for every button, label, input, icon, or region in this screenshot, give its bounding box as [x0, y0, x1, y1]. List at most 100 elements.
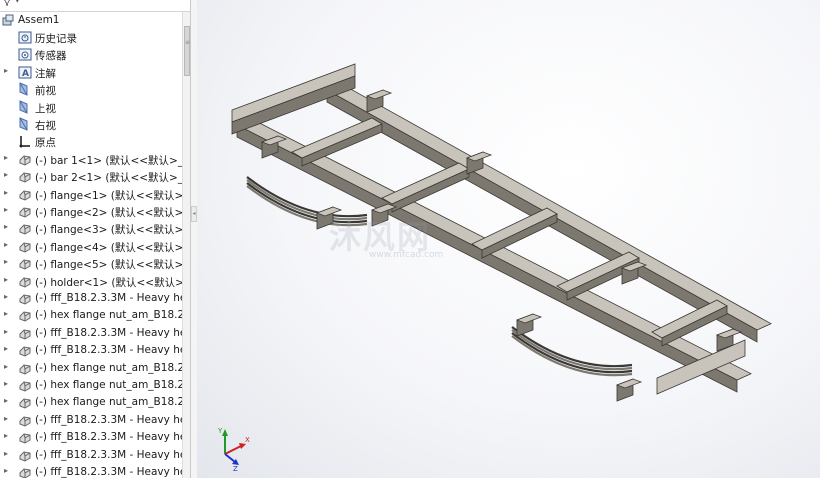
filter-icon[interactable]: ⋎	[3, 0, 11, 9]
part-icon	[18, 308, 32, 322]
part-icon	[18, 256, 32, 270]
tree-item-label: (-) fff_B18.2.3.3M - Heavy hex sc	[35, 344, 182, 357]
expand-arrow-icon[interactable]: ▸	[4, 222, 8, 231]
tree-item-label: (-) flange<5> (默认<<默认>_显示	[35, 259, 182, 272]
chevron-down-icon[interactable]: ▼	[15, 0, 20, 4]
part-icon	[18, 187, 32, 201]
tree-item[interactable]: ▸ (-) flange<4> (默认<<默认>_显示	[0, 238, 182, 255]
tree-item-label: (-) fff_B18.2.3.3M - Heavy hex sc	[35, 431, 182, 444]
tree-item-label: (-) bar 2<1> (默认<<默认>_显示	[35, 172, 182, 185]
tree-scrollbar[interactable]: ≡	[182, 12, 191, 478]
part-icon	[18, 326, 32, 340]
feature-manager-tree[interactable]: ⋎ ▼ Assem1 历史记录 传感器 ▸ A 注解 前视 上视 右视 原点 ▸ (-) bar 1<…	[0, 0, 191, 478]
tree-item-label: (-) fff_B18.2.3.3M - Heavy hex sc	[35, 326, 182, 339]
tree-item[interactable]: ▸ (-) flange<3> (默认<<默认>_显示	[0, 220, 182, 237]
tree-item[interactable]: ▸ (-) hex flange nut_am_B18.2.2.4M	[0, 377, 182, 394]
expand-arrow-icon[interactable]: ▸	[4, 292, 8, 301]
tree-item-label: 右视	[35, 120, 56, 132]
part-icon	[18, 274, 32, 288]
assembly-icon	[1, 13, 15, 27]
tree-item[interactable]: ▸ (-) hex flange nut_am_B18.2.2.4M	[0, 394, 182, 411]
tree-item[interactable]: ▸ (-) flange<1> (默认<<默认>_显示	[0, 186, 182, 203]
expand-arrow-icon[interactable]: ▸	[4, 205, 8, 214]
expand-arrow-icon[interactable]: ▸	[4, 396, 8, 405]
part-icon	[18, 395, 32, 409]
z-axis-arrow	[224, 453, 236, 463]
graphics-viewport[interactable]: 沐风网 www.mfcad.com Y X Z	[197, 0, 820, 478]
tree-item[interactable]: ▸ (-) hex flange nut_am_B18.2.2.4M	[0, 360, 182, 377]
tree-item-label: (-) flange<1> (默认<<默认>_显示	[35, 189, 182, 202]
tree-item[interactable]: 历史记录	[0, 29, 182, 46]
tree-item-label: (-) flange<2> (默认<<默认>_显示	[35, 207, 182, 219]
expand-arrow-icon[interactable]: ▸	[4, 344, 8, 353]
part-icon	[18, 204, 32, 218]
tree-root-assembly[interactable]: Assem1	[0, 12, 182, 29]
tree-item[interactable]: ▸ (-) fff_B18.2.3.3M - Heavy hex sc	[0, 429, 182, 446]
tree-item-label: 传感器	[35, 50, 67, 63]
part-icon	[18, 361, 32, 375]
tree-item[interactable]: ▸ (-) fff_B18.2.3.3M - Heavy hex sc	[0, 412, 182, 429]
x-axis-label: X	[245, 436, 250, 444]
expand-arrow-icon[interactable]: ▸	[4, 170, 8, 179]
part-icon	[18, 378, 32, 392]
part-icon	[18, 221, 32, 235]
svg-text:A: A	[22, 69, 29, 79]
expand-arrow-icon[interactable]: ▸	[4, 275, 8, 284]
expand-arrow-icon[interactable]: ▸	[4, 327, 8, 336]
part-icon	[18, 152, 32, 166]
tree-filter-bar[interactable]: ⋎ ▼	[0, 0, 190, 12]
tree-item[interactable]: 上视	[0, 99, 182, 116]
part-icon	[18, 291, 32, 305]
tree-item[interactable]: 传感器	[0, 46, 182, 63]
scrollbar-thumb[interactable]	[184, 26, 190, 76]
expand-arrow-icon[interactable]: ▸	[4, 240, 8, 249]
tree-item[interactable]: ▸ (-) bar 2<1> (默认<<默认>_显示	[0, 168, 182, 185]
chassis-model[interactable]	[197, 0, 820, 478]
expand-arrow-icon[interactable]: ▸	[4, 379, 8, 388]
tree-item[interactable]: ▸ A 注解	[0, 64, 182, 81]
expand-arrow-icon[interactable]: ▸	[4, 449, 8, 458]
tree-item[interactable]: ▸ (-) fff_B18.2.3.3M - Heavy hex sc	[0, 447, 182, 464]
watermark-subtext: www.mfcad.com	[369, 250, 444, 260]
plane-icon	[18, 117, 32, 131]
tree-item-label: 历史记录	[35, 33, 77, 45]
tree-item-label: (-) hex flange nut_am_B18.2.2.4M	[35, 309, 182, 322]
expand-arrow-icon[interactable]: ▸	[4, 257, 8, 266]
expand-arrow-icon[interactable]: ▸	[4, 414, 8, 423]
tree-item[interactable]: ▸ (-) holder<1> (默认<<默认>_显示	[0, 273, 182, 290]
scrollbar-grip-icon: ≡	[185, 39, 191, 46]
expand-arrow-icon[interactable]: ▸	[4, 362, 8, 371]
tree-item[interactable]: ▸ (-) flange<5> (默认<<默认>_显示	[0, 255, 182, 272]
origin-icon	[18, 134, 32, 148]
tree-item[interactable]: 原点	[0, 133, 182, 150]
expand-arrow-icon[interactable]: ▸	[4, 309, 8, 318]
tree-item-label: 原点	[35, 137, 56, 150]
x-axis-arrow	[224, 445, 242, 455]
tree-root-label: Assem1	[18, 14, 60, 26]
part-icon	[18, 239, 32, 253]
expand-arrow-icon[interactable]: ▸	[4, 431, 8, 440]
tree-item[interactable]: ▸ (-) fff_B18.2.3.3M - Heavy hex sc	[0, 290, 182, 307]
expand-arrow-icon[interactable]: ▸	[4, 66, 8, 75]
history-folder-icon	[18, 30, 32, 44]
tree-item-label: (-) flange<4> (默认<<默认>_显示	[35, 241, 182, 254]
tree-item-label: (-) holder<1> (默认<<默认>_显示	[35, 276, 182, 289]
part-icon	[18, 169, 32, 183]
spring-bracket-top-8	[715, 328, 743, 339]
tree-item[interactable]: ▸ (-) hex flange nut_am_B18.2.2.4M	[0, 307, 182, 324]
tree-item-label: 上视	[35, 102, 56, 115]
tree-item[interactable]: ▸ (-) fff_B18.2.3.3M - Heavy hex sc	[0, 464, 182, 478]
tree-item[interactable]: 前视	[0, 81, 182, 98]
plane-icon	[18, 82, 32, 96]
sensors-icon	[18, 47, 32, 61]
tree-item[interactable]: ▸ (-) flange<2> (默认<<默认>_显示	[0, 203, 182, 220]
spring-bracket-top-9	[615, 378, 643, 389]
expand-arrow-icon[interactable]: ▸	[4, 466, 8, 475]
expand-arrow-icon[interactable]: ▸	[4, 188, 8, 197]
tree-item[interactable]: ▸ (-) fff_B18.2.3.3M - Heavy hex sc	[0, 325, 182, 342]
expand-arrow-icon[interactable]: ▸	[4, 153, 8, 162]
tree-item[interactable]: ▸ (-) bar 1<1> (默认<<默认>_显示	[0, 151, 182, 168]
tree-item[interactable]: 右视	[0, 116, 182, 133]
tree-item[interactable]: ▸ (-) fff_B18.2.3.3M - Heavy hex sc	[0, 342, 182, 359]
part-icon	[18, 448, 32, 462]
